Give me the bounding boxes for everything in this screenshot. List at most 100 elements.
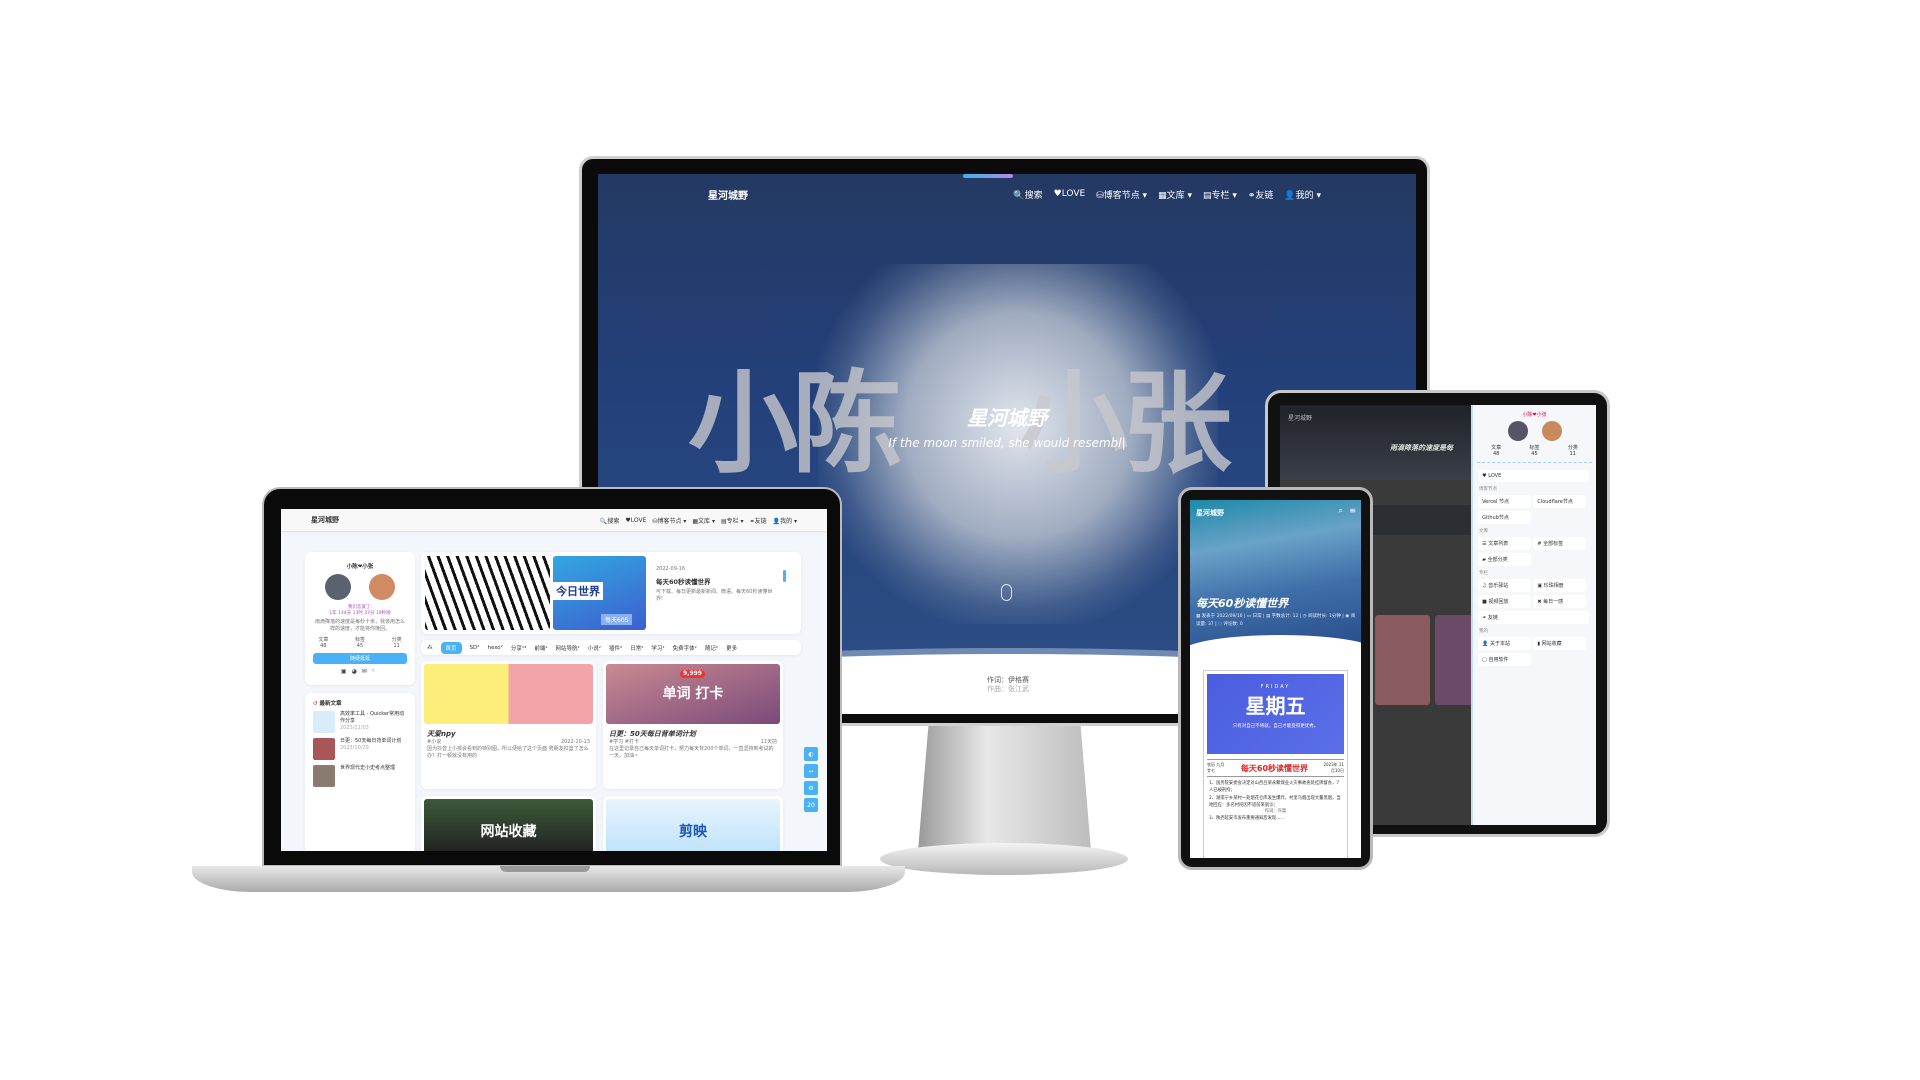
stat-articles[interactable]: 文章 48 [1491,444,1501,457]
nav-friends[interactable]: ⚭友链 [750,516,767,525]
post-date: 11天前 [760,739,777,745]
post-card[interactable]: 天爱npy #小说 2022-10-13 因为抖音上小孩会看到的特别图，所以便给了… [421,661,596,789]
wave-divider [1190,635,1361,675]
drawer-item[interactable]: ▢ 自用软件 [1478,652,1532,666]
drawer-item[interactable]: ⚭ 友链 [1478,610,1589,624]
random-visit-button[interactable]: 随便逛逛 [313,653,407,664]
drawer-stats: 文章 48 标签 45 分类 11 [1477,444,1592,457]
daily-world-image[interactable]: 今日世界 每天60S [553,556,646,630]
nav-mine[interactable]: 👤我的 ▾ [1284,188,1321,201]
cartoon-faces-image[interactable] [425,556,550,630]
nav-blog-nodes[interactable]: ⛁博客节点 ▾ [1096,188,1147,201]
drawer-item[interactable]: ✖ 每日一感 [1533,594,1587,608]
nav-mine[interactable]: 👤我的 ▾ [773,516,797,525]
drawer-item[interactable]: ▰ 全部分类 [1478,552,1532,566]
drawer-item[interactable]: ▮ 网站收藏 [1533,636,1587,650]
category-tab[interactable]: 小说² [588,644,601,652]
post-title[interactable]: 日更：50天每日背单词计划 [609,729,777,739]
banner-title[interactable]: 每天60秒读懂世界 [656,576,776,586]
drawer-item[interactable]: Github节点 [1478,510,1532,524]
stat-articles[interactable]: 文章 48 [318,636,328,649]
bilibili-icon[interactable]: ▣ [341,668,352,675]
recent-posts-card: ↺ 最新文章 高效率工具 - Quicker常用动作分享 2023/11/03 日… [305,693,415,851]
category-tab[interactable]: 日常² [630,644,643,652]
stat-categories[interactable]: 分类 11 [392,636,402,649]
post-card[interactable]: 剪映 [603,796,783,851]
recent-post-item[interactable]: 高效率工具 - Quicker常用动作分享 2023/11/03 [313,711,407,733]
nav-library[interactable]: ▦文库 ▾ [692,516,715,525]
stat-value: 45 [1531,451,1538,457]
drawer-item[interactable]: ☰ 文章列表 [1478,536,1532,550]
category-tab[interactable]: 随记² [705,644,718,652]
poster-motto: 只有对自己不将就，自己才能变得更优秀。 [1232,724,1319,729]
drawer-section-title: 我的 [1479,629,1488,634]
category-tab[interactable]: 网站导航² [556,644,580,652]
post-cover: 网站收藏 [424,799,593,851]
mail-icon[interactable]: ✉ [362,668,372,675]
stat-value: 48 [320,643,327,649]
category-tab[interactable]: SD² [470,645,480,651]
post-excerpt: 在这里记录自己每天单词打卡，努力每天背200个单词，一直坚持到考试的一天。加油~ [609,746,774,759]
post-card[interactable]: 网站收藏 [421,796,596,851]
nav-search[interactable]: 🔍搜索 [600,516,619,525]
post-title[interactable]: 天爱npy [427,729,590,739]
category-tab[interactable]: 首页 [440,641,462,654]
recent-post-item[interactable]: 日更：50天每日背单词计划 2023/10/29 [313,738,407,760]
nav-library[interactable]: ▦文库 ▾ [1158,188,1192,201]
drawer-item[interactable]: 👤 关于本站 [1478,636,1532,650]
category-tab[interactable]: 插件² [609,644,622,652]
stat-label: 标签 [354,637,365,643]
drawer-couple: 小陈❤小张 [1522,412,1547,418]
nav-columns[interactable]: ▤专栏 ▾ [721,516,744,525]
category-bar: ⁂ 首页 SD² hexo² 分享¹³ 前端² 网站导航² 小说² 插件² 日常… [421,640,801,655]
category-tab[interactable]: 前端² [534,644,547,652]
stat-label: 文章 [318,637,329,643]
nav-blog-nodes[interactable]: ⛁博客节点 ▾ [652,516,686,525]
dark-mode-button[interactable]: ◐ [804,747,818,761]
nav-friends[interactable]: ⚭友链 [1248,188,1274,201]
drawer-item[interactable]: # 全部标签 [1533,536,1587,550]
search-icon[interactable]: ⌕ [1339,506,1343,516]
category-tab[interactable]: hexo² [487,645,502,651]
stat-categories[interactable]: 分类 11 [1568,444,1578,457]
weibo-icon[interactable]: ◕ [352,668,362,675]
rss-icon[interactable]: ◝ [372,668,379,675]
drawer-item[interactable]: ♫ 音乐驿站 [1478,578,1532,592]
tablet-header: 星河城野 雨滴降落的速度是每 [1280,405,1480,480]
nav-love[interactable]: ♥LOVE [625,517,646,524]
stat-value: 45 [356,643,364,649]
drawer-item[interactable]: ■ 视频回放 [1478,594,1532,608]
site-brand[interactable]: 星河城野 [708,187,1002,202]
scroll-down-mouse-icon[interactable] [1001,584,1012,601]
stat-tags[interactable]: 标签 45 [355,636,365,649]
settings-button[interactable]: ⚙ [804,781,818,795]
site-brand[interactable]: 星河城野 [1196,508,1224,518]
stat-value: 48 [1492,451,1500,457]
nav-love[interactable]: ♥LOVE [1054,189,1086,199]
nav-search[interactable]: 🔍搜索 [1013,188,1042,201]
carousel-indicator[interactable] [783,570,786,582]
laptop-notch [500,866,590,872]
category-tab[interactable]: 分享¹³ [511,644,526,652]
profile-card: 小陈❤小张 我们恋爱了: 1年 144天 13时 37分 19秒啦 雨滴降落的速… [305,552,415,685]
menu-icon[interactable]: ≡ [1349,506,1356,515]
avatar [325,574,351,600]
stat-tags[interactable]: 标签 45 [1529,444,1539,457]
profile-quote: 雨滴降落的速度是每秒十米，我该用怎么样的速度，才能将你挽回。 [314,619,405,632]
width-toggle-button[interactable]: ↔ [804,764,818,778]
drawer-love[interactable]: ♥ LOVE [1478,469,1589,482]
recent-post-item[interactable]: 世界现代史小史考点整理 [313,765,407,787]
nav-columns[interactable]: ▤专栏 ▾ [1203,188,1237,201]
post-tags[interactable]: #学习 #打卡 [609,739,639,746]
drawer-item[interactable]: ▣ 珍珠相册 [1533,578,1587,592]
drawer-item[interactable]: Cloudflare节点 [1533,494,1587,508]
post-tags[interactable]: #小说 [427,739,441,746]
site-brand[interactable]: 星河城野 [311,515,594,525]
post-card[interactable]: 单词 打卡 9,999 日更：50天每日背单词计划 #学习 #打卡 11天前 在这里… [603,661,783,789]
drawer-item[interactable]: Vercel 节点 [1478,494,1532,508]
more-categories[interactable]: 更多 [726,644,737,652]
category-tab[interactable]: 免费字体² [673,644,697,652]
scroll-percent-button[interactable]: 20 [804,798,818,812]
stat-value: 11 [1569,451,1576,457]
category-tab[interactable]: 学习² [651,644,664,652]
